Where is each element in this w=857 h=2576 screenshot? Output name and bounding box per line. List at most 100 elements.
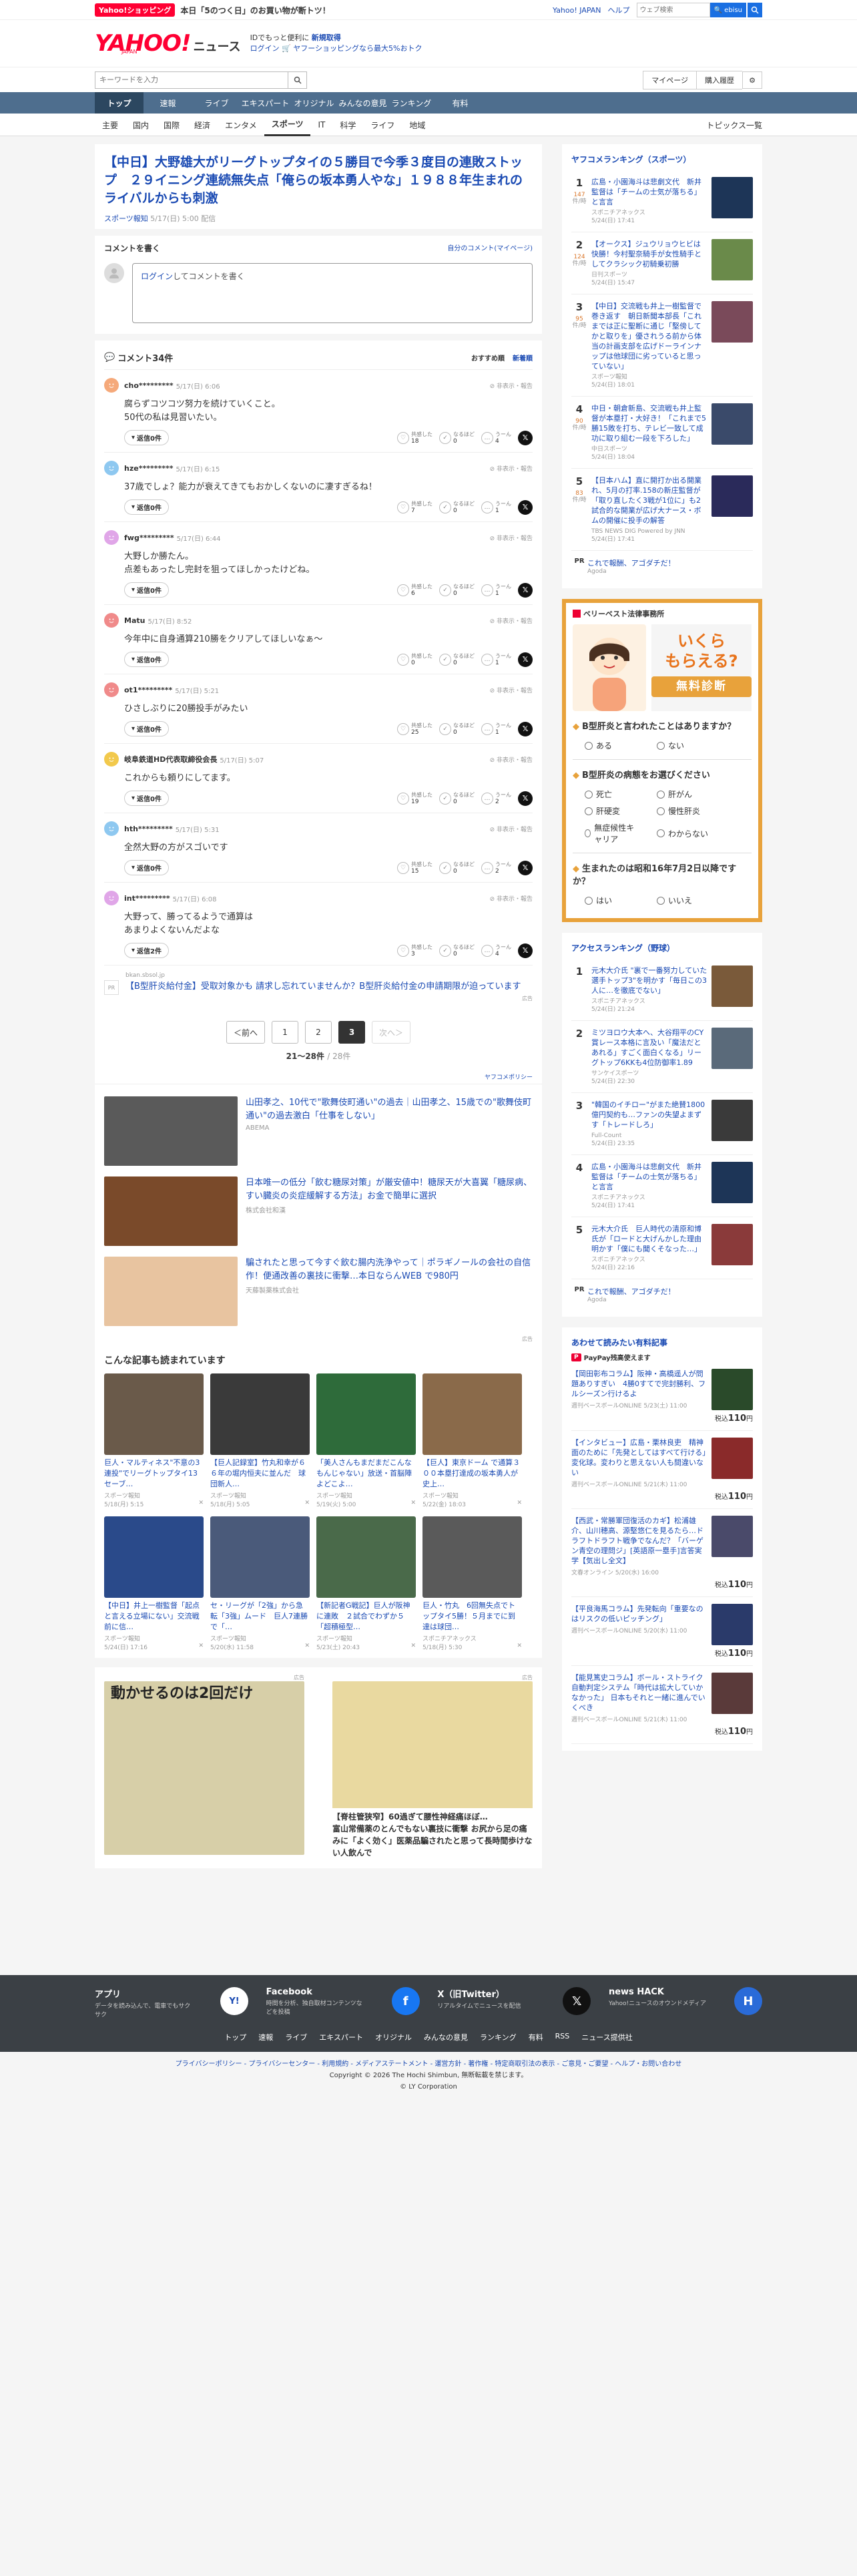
ad-link[interactable]: 【B型肝炎給付金】受取対象かも 請求し忘れていませんか？B型肝炎給付金の申請期限… [125,980,521,993]
avatar[interactable] [104,821,119,836]
page-number-button[interactable]: 1 [272,1021,298,1044]
ranking-title[interactable]: 元木大介氏 "裏で一番努力していた選手トップ3"を明かす「毎日この3人に…を徹底… [591,966,707,995]
footer-nav-link[interactable]: トップ [224,2032,246,2043]
reply-toggle-button[interactable]: ▾ 返信0件 [124,430,169,445]
x-share-icon[interactable]: 𝕏 [518,943,533,958]
reply-toggle-button[interactable]: ▾ 返信2件 [124,943,169,958]
main-nav-item[interactable]: オリジナル [290,92,338,114]
article-title[interactable]: 【中日】大野雄大がリーグトップタイの５勝目で今季３度目の連敗ストップ ２９イニン… [104,154,533,208]
sponsored-story[interactable]: 山田孝之、10代で"歌舞伎町通い"の過去｜山田孝之、15歳での"歌舞伎町通い"の… [104,1091,533,1171]
x-share-icon[interactable]: 𝕏 [518,652,533,667]
avatar[interactable] [104,752,119,767]
news-search-input[interactable] [95,71,288,89]
signup-link[interactable]: 新規取得 [312,33,341,42]
reaction-button[interactable]: ✓ なるほど 0 [439,944,475,957]
report-button[interactable]: ⊘ 非表示・報告 [490,825,533,833]
avatar[interactable] [104,891,119,905]
ranking-item[interactable]: 3 "韓国のイチロー"がまた絶賛1800億円契約も…ファンの失望よまずす「トレード… [571,1093,753,1155]
card-thumbnail[interactable] [104,1373,204,1455]
article-card[interactable]: 【巨人記録室】竹丸和幸が６６年の堀内恒夫に並んだ 球団新人… スポーツ報知 5/18… [210,1373,310,1508]
article-card[interactable]: 巨人・マルティネス"不意の3連投"でリーグトップタイ13セーブ… スポーツ報知 5/… [104,1373,204,1508]
sort-newest-tab[interactable]: 新着順 [513,353,533,363]
paid-article[interactable]: 【岡田彰布コラム】阪神・高橋遥人が問題ありすぎい 4勝0すてで完封勝利、フルシー… [571,1362,753,1431]
avatar[interactable] [104,530,119,545]
mypage-button[interactable]: マイページ [643,71,696,89]
ranking-title[interactable]: 【日本ハム】直に開打か出る開業れ、5月の打率.158の新庄監督が「取り直したく3… [591,476,701,525]
radio-icon[interactable] [585,896,593,905]
web-search-button[interactable]: 🔍 ebisu [709,3,746,17]
close-icon[interactable]: ✕ [304,1500,310,1508]
ranking-title[interactable]: 元木大介氏 巨人時代の清原和博氏が「ロードと大げんかした理由明かす「僕にも聞くそ… [591,1225,701,1253]
shopping-logo[interactable]: Yahoo!ショッピング [95,3,176,17]
footer-nav-link[interactable]: ニュース提供社 [581,2032,632,2043]
display-ad[interactable]: 広告 動かせるのは2回だけ [104,1674,304,1862]
reaction-button[interactable]: ✓ なるほど 0 [439,431,475,445]
ranking-thumbnail[interactable] [711,177,753,218]
category-tab[interactable]: スポーツ [264,114,311,136]
report-button[interactable]: ⊘ 非表示・報告 [490,755,533,764]
close-icon[interactable]: ✕ [198,1500,204,1508]
radio-icon[interactable] [657,807,665,815]
footer-nav-link[interactable]: ライブ [285,2032,307,2043]
report-button[interactable]: ⊘ 非表示・報告 [490,616,533,625]
reply-toggle-button[interactable]: ▾ 返信0件 [124,652,169,667]
reaction-button[interactable]: … うーん 1 [481,653,511,666]
story-title[interactable]: 山田孝之、10代で"歌舞伎町通い"の過去｜山田孝之、15歳での"歌舞伎町通い"の… [246,1098,531,1121]
ranking-thumbnail[interactable] [711,1224,753,1265]
prev-page-button[interactable]: ＜前へ [226,1021,265,1044]
category-tab[interactable]: 地域 [402,114,433,136]
ranking-thumbnail[interactable] [711,1100,753,1141]
radio-icon[interactable] [657,790,665,799]
card-title[interactable]: 「美人さんもまだまだこんなもんじゃない」放送・首脳陣よどこよ… [316,1458,416,1490]
yahoo-japan-link[interactable]: Yahoo! JAPAN [553,6,601,15]
close-icon[interactable]: ✕ [304,1643,310,1651]
free-diagnosis-button[interactable]: 無料診断 [651,676,752,697]
category-tab[interactable]: 科学 [332,114,363,136]
radio-option[interactable]: 死亡 [585,789,641,800]
reaction-button[interactable]: ♡ 共感した 3 [397,944,433,957]
page-number-button[interactable]: 3 [338,1021,365,1044]
facebook-icon[interactable]: f [391,1987,420,2015]
reaction-button[interactable]: ✓ なるほど 0 [439,501,475,514]
footer-nav-link[interactable]: オリジナル [375,2032,412,2043]
web-search-input[interactable] [636,3,710,17]
comment-user[interactable]: int********* [124,894,170,903]
ranking-thumbnail[interactable] [711,1028,753,1069]
reaction-button[interactable]: ✓ なるほど 0 [439,653,475,666]
paid-title[interactable]: 【インタビュー】広島・栗林良吏 精神面のために「先発としてはすべて行ける」変化球… [571,1438,706,1477]
footer-app-link[interactable]: X（旧Twitter） リアルタイムでニュースを配信 𝕏 [437,1987,591,2020]
reply-toggle-button[interactable]: ▾ 返信0件 [124,791,169,806]
comment-user[interactable]: 岐阜鉄道HD代表取締役会長 [124,754,217,765]
topics-list-link[interactable]: トピックス一覧 [706,120,762,131]
ad-caption[interactable]: 【脊柱管狭窄】60過ぎて腰性神経痛ほぼ… 富山常備薬のとんでもない裏技に衝撃 お… [332,1808,533,1862]
main-nav-item[interactable]: みんなの意見 [338,92,387,114]
ranking-item[interactable]: 4 90 件/時 中日・朝倉新島、交流戦も井上監督が本塁打・大好き！「これまで5勝15… [571,397,753,469]
login-link[interactable]: ログイン 🛒 ヤフーショッピングなら最大5%おトク [250,43,422,54]
footer-nav-link[interactable]: エキスパート [319,2032,363,2043]
radio-option[interactable]: ない [657,740,713,751]
radio-icon[interactable] [585,741,593,750]
reply-toggle-button[interactable]: ▾ 返信0件 [124,860,169,875]
avatar[interactable] [104,378,119,393]
ranking-thumbnail[interactable] [711,475,753,517]
comment-user[interactable]: Matu [124,616,145,625]
page-number-button[interactable]: 2 [305,1021,332,1044]
ranking-thumbnail[interactable] [711,301,753,343]
article-card[interactable]: セ・リーグが「2強」から急転「3強」ムード 巨人7連勝で「… スポーツ報知 5/20… [210,1516,310,1651]
radio-option[interactable]: ある [585,740,641,751]
comment-user[interactable]: hze********* [124,464,173,473]
yahoo-news-app-icon[interactable]: Y! [220,1987,248,2015]
reaction-button[interactable]: … うーん 4 [481,944,511,957]
category-tab[interactable]: 国際 [156,114,187,136]
x-share-icon[interactable]: 𝕏 [518,430,533,445]
card-thumbnail[interactable] [422,1516,522,1598]
comment-textarea[interactable]: ログインしてコメントを書く [132,263,533,323]
footer-nav-link[interactable]: 速報 [258,2032,273,2043]
category-tab[interactable]: ライフ [363,114,402,136]
main-nav-item[interactable]: ライブ [192,92,241,114]
history-button[interactable]: 購入履歴 [696,71,742,89]
reply-toggle-button[interactable]: ▾ 返信0件 [124,499,169,515]
radio-option[interactable]: 無症候性キャリア [585,822,641,845]
close-icon[interactable]: ✕ [517,1500,522,1508]
reaction-button[interactable]: ♡ 共感した 7 [397,501,433,514]
